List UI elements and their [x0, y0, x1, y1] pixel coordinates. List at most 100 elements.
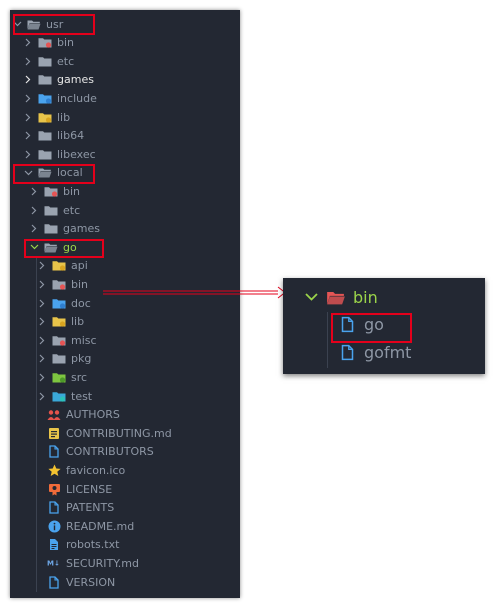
tree-folder-lib[interactable]: lib [10, 313, 267, 331]
tree-file[interactable]: AUTHORS [10, 406, 262, 424]
chevron-right-icon[interactable] [23, 112, 33, 122]
tree-item-label: SECURITY.md [66, 556, 139, 570]
folder-yellow-icon [52, 316, 66, 328]
tree-file[interactable]: PATENTS [10, 499, 262, 517]
document-yellow-icon [47, 427, 61, 439]
tree-folder-etc[interactable]: etc [10, 52, 253, 70]
chevron-right-icon[interactable] [23, 93, 33, 103]
tree-item-label: bin [57, 36, 75, 50]
chevron-right-icon[interactable] [37, 317, 47, 327]
tree-item-label: lib [57, 110, 71, 124]
zoom-folder-label: bin [353, 287, 378, 307]
tree-file[interactable]: README.md [10, 517, 262, 535]
file-icon [47, 501, 61, 514]
markdown-icon: M↓ [47, 557, 61, 569]
tree-file[interactable]: LICENSE [10, 480, 262, 498]
zoom-file-label: gofmt [364, 342, 412, 362]
star-icon [47, 464, 61, 476]
tree-file[interactable]: CONTRIBUTORS [10, 443, 262, 461]
tree-file[interactable]: M↓ SECURITY.md [10, 554, 262, 572]
tree-folder-lib64[interactable]: lib64 [10, 127, 253, 145]
folder-red-icon [44, 185, 58, 197]
tree-file[interactable]: favicon.ico [10, 461, 262, 479]
tree-file[interactable]: robots.txt [10, 536, 262, 554]
tree-item-label: robots.txt [66, 538, 120, 552]
tree-item-label: lib [71, 315, 85, 329]
tree-folder-libexec[interactable]: libexec [10, 145, 253, 163]
svg-text:M↓: M↓ [47, 560, 60, 568]
tree-folder-api[interactable]: api [10, 257, 267, 275]
tree-folder-bin[interactable]: bin [10, 182, 259, 200]
chevron-right-icon[interactable] [23, 56, 33, 66]
tree-folder-bin[interactable]: bin [10, 275, 267, 293]
tree-folder-games[interactable]: games [10, 220, 259, 238]
chevron-down-icon[interactable] [305, 293, 318, 301]
tree-file[interactable]: VERSION [10, 573, 262, 591]
tree-item-label: README.md [66, 519, 135, 533]
folder-icon [44, 204, 58, 216]
highlight-go [24, 239, 104, 258]
tree-item-label: lib64 [57, 129, 85, 143]
text-file-icon [47, 539, 61, 551]
license-icon [47, 483, 61, 495]
chevron-right-icon[interactable] [37, 335, 47, 345]
indent-guide [36, 256, 37, 592]
chevron-right-icon[interactable] [23, 38, 33, 48]
chevron-right-icon[interactable] [37, 354, 47, 364]
indent-guide [327, 312, 328, 368]
chevron-right-icon[interactable] [29, 186, 39, 196]
zoom-file-gofmt[interactable]: gofmt [340, 340, 411, 364]
tree-folder-lib[interactable]: lib [10, 108, 253, 126]
chevron-right-icon[interactable] [23, 75, 33, 85]
folder-icon [44, 223, 58, 235]
tree-folder-pkg[interactable]: pkg [10, 350, 267, 368]
folder-blue-icon [38, 92, 52, 104]
highlight-usr [13, 14, 95, 35]
highlight-zoom-go [331, 313, 412, 343]
chevron-right-icon[interactable] [29, 205, 39, 215]
folder-red-icon [52, 334, 66, 346]
tree-folder-bin[interactable]: bin [10, 34, 253, 52]
chevron-right-icon[interactable] [23, 131, 33, 141]
tree-folder-src[interactable]: src [10, 368, 267, 386]
tree-item-label: src [71, 370, 88, 384]
tree-folder-etc[interactable]: etc [10, 201, 259, 219]
tree-item-label: LICENSE [66, 482, 113, 496]
folder-icon [52, 353, 66, 365]
tree-item-label: games [57, 73, 94, 87]
tree-item-label: CONTRIBUTING.md [66, 426, 172, 440]
file-icon [47, 575, 61, 589]
tree-item-label: CONTRIBUTORS [66, 445, 154, 459]
tree-item-label: api [71, 259, 88, 273]
folder-yellow-icon [52, 260, 66, 272]
tree-file[interactable]: CONTRIBUTING.md [10, 424, 262, 442]
tree-folder-doc[interactable]: doc [10, 294, 267, 312]
chevron-right-icon[interactable] [37, 372, 47, 382]
tree-item-label: libexec [57, 147, 96, 161]
people-icon [47, 409, 61, 421]
chevron-right-icon[interactable] [29, 224, 39, 234]
chevron-right-icon[interactable] [37, 279, 47, 289]
file-icon [340, 344, 355, 361]
folder-teal-icon [52, 390, 66, 402]
folder-red-icon [38, 37, 52, 49]
tree-item-label: AUTHORS [66, 408, 120, 422]
tree-item-label: bin [63, 184, 81, 198]
tree-item-label: include [57, 91, 97, 105]
tree-item-label: bin [71, 277, 89, 291]
tree-folder-include[interactable]: include [10, 89, 253, 107]
chevron-right-icon[interactable] [23, 149, 33, 159]
folder-red-icon [52, 278, 66, 290]
folder-icon [38, 55, 52, 67]
zoom-folder-bin[interactable]: bin [305, 285, 378, 309]
file-explorer-panel: usr bin etc games include lib lib64 libexec loca… [10, 10, 240, 598]
tree-folder-misc[interactable]: misc [10, 331, 267, 349]
chevron-right-icon[interactable] [37, 391, 47, 401]
chevron-right-icon[interactable] [37, 298, 47, 308]
folder-icon [38, 74, 52, 86]
chevron-right-icon[interactable] [37, 261, 47, 271]
folder-blue-icon [52, 297, 66, 309]
tree-folder-games[interactable]: games [10, 71, 253, 89]
tree-item-label: test [71, 389, 93, 403]
tree-folder-test[interactable]: test [10, 387, 267, 405]
